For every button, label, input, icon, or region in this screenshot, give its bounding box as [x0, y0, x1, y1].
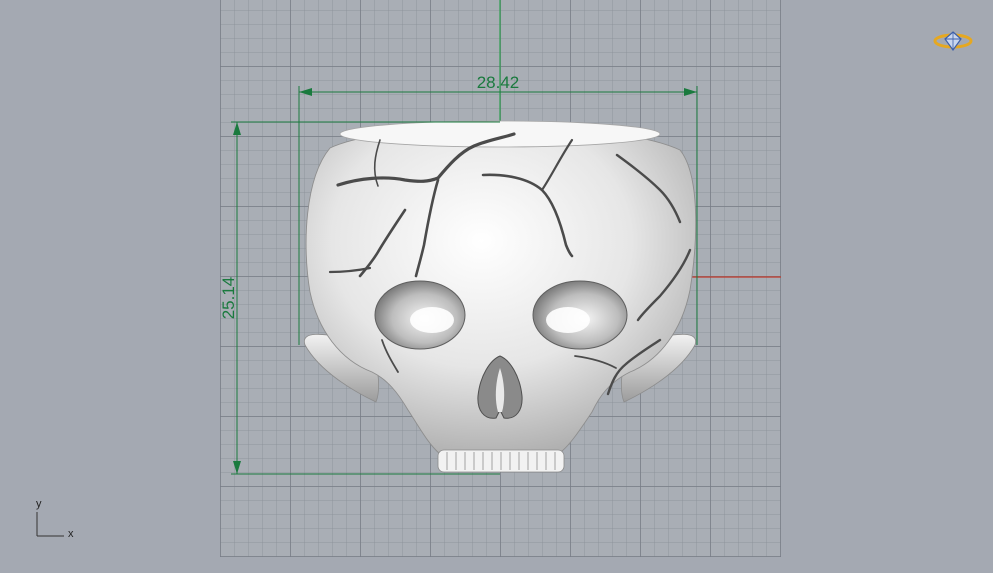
x-axis-label: x	[68, 528, 74, 540]
height-dimension-value: 25.14	[219, 277, 238, 320]
skull-model[interactable]	[304, 120, 697, 473]
right-eye-highlight	[546, 307, 590, 333]
y-axis-label: y	[36, 498, 42, 510]
upper-teeth	[437, 449, 565, 473]
left-eye-highlight	[410, 307, 454, 333]
rhino-viewport[interactable]: 28.42 25.14 y x	[0, 0, 993, 573]
viewport-scene: 28.42 25.14	[36, 0, 781, 537]
width-dimension-value: 28.42	[477, 73, 520, 92]
cranium-rim	[339, 120, 661, 148]
gem-ring-icon	[933, 31, 973, 52]
axis-triad	[36, 512, 64, 537]
